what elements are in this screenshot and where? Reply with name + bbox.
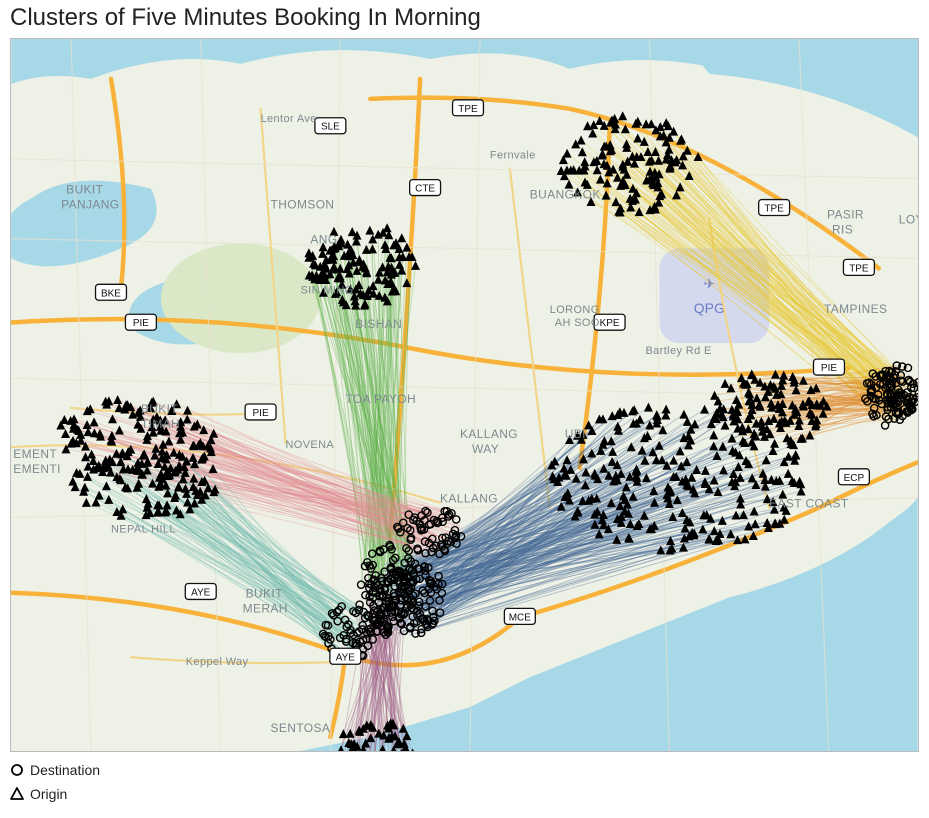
legend-row-destination: Destination [10,760,919,780]
place-label: KALLANG [460,427,518,441]
place-label: EAST COAST [769,497,849,511]
place-label: BISHAN [355,317,402,331]
highway-tag-label: SLE [321,122,340,133]
park-central [161,243,321,353]
place-label: BUKIT [66,183,103,197]
place-label: Keppel Way [186,656,249,668]
page-title: Clusters of Five Minutes Booking In Morn… [10,4,919,32]
place-label: THOMSON [271,198,335,212]
legend-origin-label: Origin [30,784,67,804]
highway-tag-label: AYE [191,587,211,598]
highway-tag-label: TPE [849,263,869,274]
map-svg[interactable]: ✈ QPG [11,39,918,751]
place-label: NOVENA [286,439,335,451]
highway-tag-label: AYE [336,652,356,663]
place-label: TOA PAYOH [345,392,416,406]
place-label: ANG [310,232,337,246]
legend-row-origin: Origin [10,784,919,804]
place-label: EMENTI [13,462,61,476]
highway-tag-label: PIE [253,408,269,419]
highway-tag-label: ECP [844,473,865,484]
place-label: BUKIT [141,402,178,416]
highway-tag-label: PIE [133,318,149,329]
highway-tag-label: PIE [821,363,837,374]
place-label: RIS [832,222,853,236]
place-label: WAY [472,442,499,456]
airport-code: QPG [694,300,725,316]
place-label: UBI [565,427,586,441]
place-label: TAMPINES [824,302,887,316]
place-label: BUKIT [246,586,283,600]
triangle-icon [10,787,24,801]
map-frame: ✈ QPG [10,38,919,752]
place-label: MERAH [243,601,288,615]
place-label: PASIR [827,207,864,221]
place-label: AH SOO [555,317,600,329]
highway-tag-label: MCE [509,612,532,623]
highway-tag-label: CTE [415,184,435,195]
place-label: TIMAH [141,417,180,431]
place-label: SIN MING [300,284,353,296]
place-label: Lentor Ave [261,113,317,125]
highway-tag-label: KPE [600,318,620,329]
place-label: LOYA [899,212,918,226]
highway-tag-label: BKE [101,288,121,299]
land-islet-1 [36,699,126,735]
highway-tag-label: TPE [764,204,784,215]
place-label: NEPAL HILL [111,524,176,536]
circle-icon [10,763,24,777]
place-label: SENTOSA [271,721,331,735]
place-label: PANJANG [61,198,119,212]
place-label: LORONG [550,304,600,316]
legend: Destination Origin [10,760,919,804]
legend-destination-label: Destination [30,760,100,780]
place-label: Bartley Rd E [645,345,711,357]
place-label: Fernvale [490,150,536,162]
highway-tag-label: TPE [458,104,478,115]
place-label: EMENT [13,447,57,461]
place-label: KALLANG [440,492,498,506]
place-label: BUANGKOK [530,188,601,202]
